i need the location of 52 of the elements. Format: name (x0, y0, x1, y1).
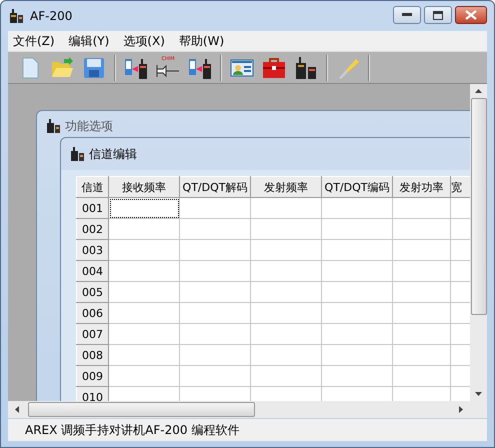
menu-item[interactable]: 编辑(Y) (68, 32, 110, 50)
vertical-scrollbar[interactable] (470, 84, 487, 401)
row-header[interactable]: 010 (76, 386, 108, 401)
scroll-up-icon[interactable] (474, 88, 483, 94)
save-icon[interactable] (82, 56, 106, 80)
row-header[interactable]: 003 (76, 240, 108, 260)
maximize-icon (433, 10, 443, 20)
row-header[interactable]: 008 (76, 344, 108, 366)
menu-item[interactable]: 选项(X) (123, 32, 165, 50)
close-button[interactable] (455, 6, 487, 24)
horizontal-scrollbar[interactable] (8, 401, 470, 418)
table-cell[interactable] (108, 302, 180, 324)
menu-item[interactable]: 文件(Z) (13, 32, 55, 50)
row-header[interactable]: 005 (76, 282, 108, 302)
close-icon (465, 10, 477, 20)
column-header[interactable]: QT/DQT解码 (180, 176, 250, 198)
window-title: 功能选项 (65, 118, 113, 134)
table-cell[interactable] (108, 240, 180, 260)
window-title: AF-200 (30, 9, 72, 23)
radio-icon (69, 146, 85, 162)
minimize-icon (402, 13, 412, 17)
table-cell[interactable] (108, 282, 180, 302)
radio-icon (8, 8, 24, 24)
table-cell[interactable] (108, 344, 180, 366)
row-header[interactable]: 004 (76, 260, 108, 282)
column-header[interactable]: 发射频率 (250, 176, 322, 198)
scroll-down-icon[interactable] (474, 391, 483, 397)
table-cell[interactable] (108, 324, 180, 344)
table-cell[interactable] (108, 260, 180, 282)
menu-item[interactable]: 帮助(W) (178, 32, 224, 50)
row-header[interactable]: 006 (76, 302, 108, 324)
status-text: AREX 调频手持对讲机AF-200 编程软件 (25, 422, 240, 438)
scroll-right-icon[interactable] (458, 405, 464, 414)
row-header[interactable]: 007 (76, 324, 108, 344)
maximize-button[interactable] (424, 6, 452, 24)
row-header[interactable]: 009 (76, 366, 108, 386)
table-cell[interactable] (108, 198, 180, 218)
column-header[interactable]: 信道 (76, 176, 108, 198)
column-header[interactable]: 接收频率 (108, 176, 180, 198)
window-title: 信道编辑 (89, 146, 137, 162)
row-header[interactable]: 001 (76, 198, 108, 218)
scroll-left-icon[interactable] (14, 405, 20, 414)
radio-icon[interactable] (294, 56, 318, 80)
toolbox-icon[interactable] (262, 56, 286, 80)
table-cell[interactable] (108, 218, 180, 240)
minimize-button[interactable] (393, 6, 421, 24)
column-header[interactable]: 宽 (450, 176, 470, 198)
row-header[interactable]: 002 (76, 218, 108, 240)
column-header[interactable]: 发射功率 (392, 176, 450, 198)
radio-icon (45, 118, 61, 134)
column-header[interactable]: QT/DQT编码 (322, 176, 392, 198)
table-cell[interactable] (108, 366, 180, 386)
